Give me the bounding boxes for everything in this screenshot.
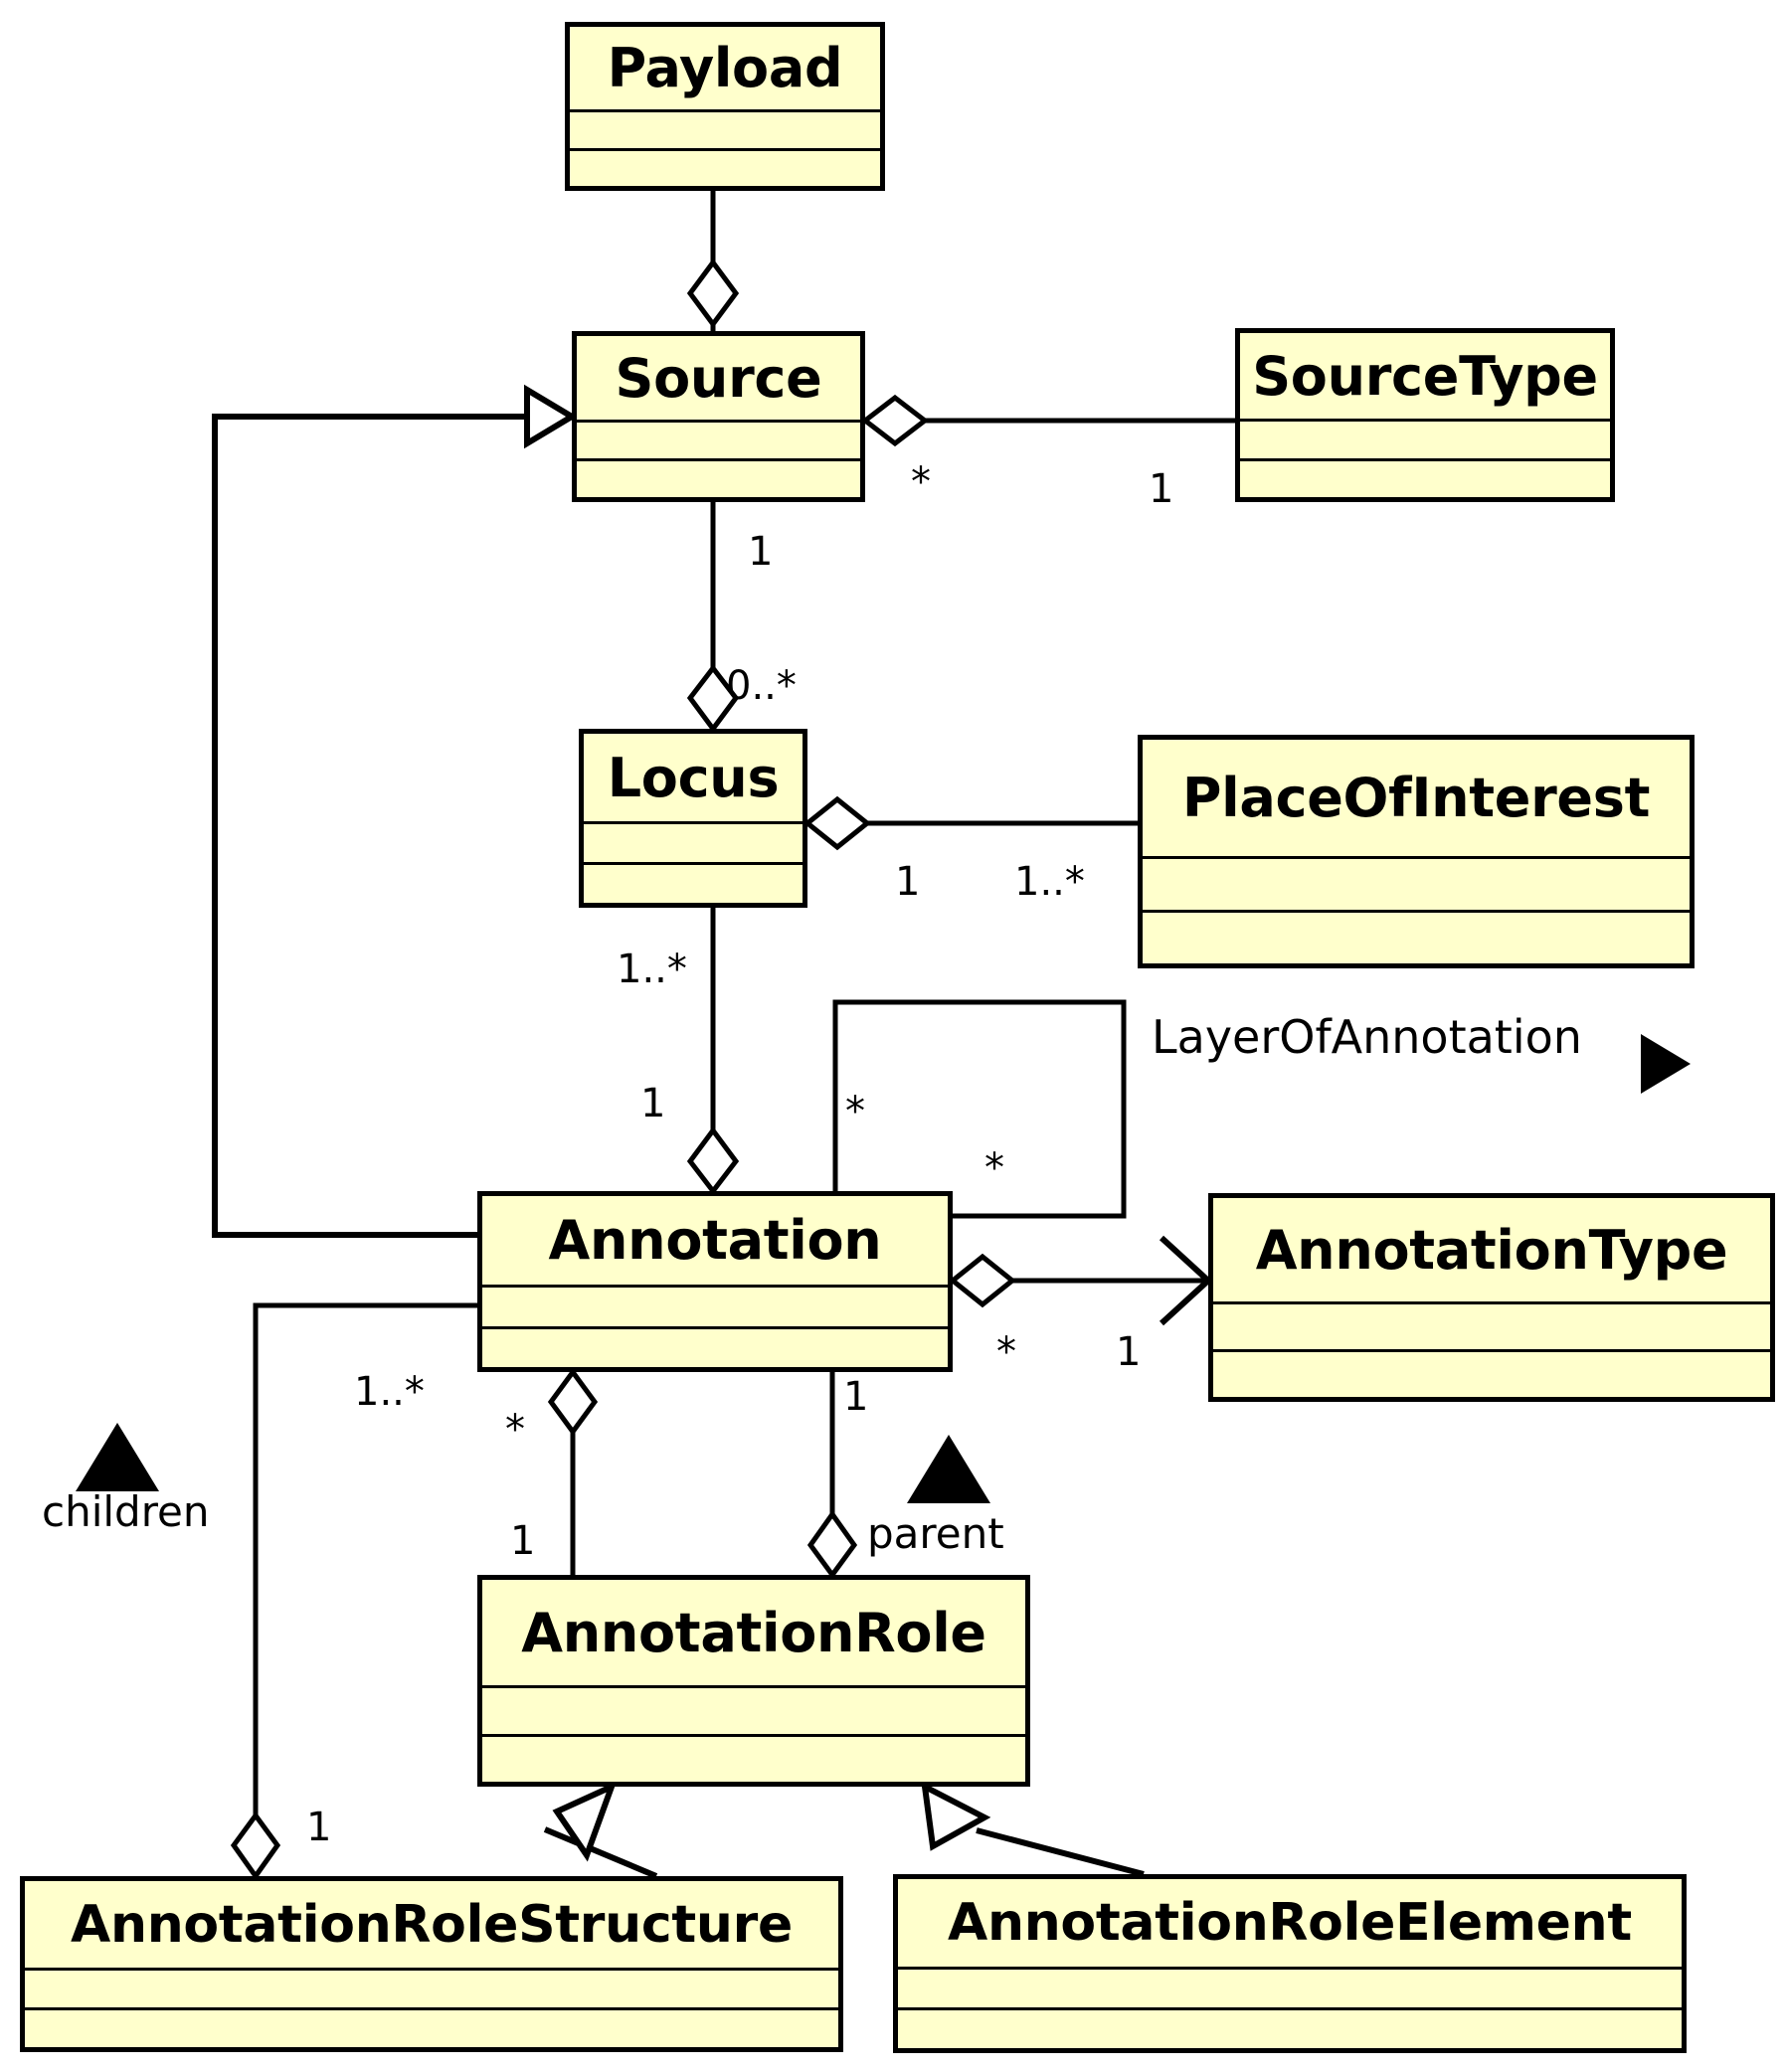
class-attributes-source: [577, 420, 860, 458]
layerofannotation-direction-triangle-icon: [1641, 1034, 1691, 1094]
uml-class-diagram: Payload Source SourceType Locus PlaceOfI…: [0, 0, 1786, 2072]
class-box-annotationroleelement[interactable]: AnnotationRoleElement: [893, 1874, 1687, 2053]
multiplicity-label: *: [505, 1407, 525, 1453]
class-box-annotationtype[interactable]: AnnotationType: [1208, 1193, 1775, 1402]
class-operations-annotation: [482, 1325, 948, 1368]
class-name-sourcetype: SourceType: [1252, 344, 1598, 408]
role-label-children: children: [42, 1487, 210, 1536]
class-operations-payload: [570, 147, 880, 187]
class-attributes-locus: [584, 821, 803, 862]
class-operations-source: [577, 458, 860, 497]
class-attributes-payload: [570, 109, 880, 148]
edge-payload-source: [686, 191, 740, 331]
edge-annotation-annotationtype: [948, 1235, 1213, 1326]
multiplicity-label: *: [996, 1329, 1016, 1375]
class-attributes-placeofinterest: [1143, 856, 1690, 910]
multiplicity-label: 1: [843, 1374, 869, 1420]
class-operations-annotationroleelement: [898, 2007, 1682, 2048]
class-name-annotationrole: AnnotationRole: [521, 1601, 986, 1664]
class-attributes-annotationrole: [482, 1685, 1025, 1734]
class-name-annotationroleelement: AnnotationRoleElement: [948, 1893, 1632, 1953]
class-attributes-sourcetype: [1240, 419, 1610, 458]
class-operations-sourcetype: [1240, 457, 1610, 498]
multiplicity-label: 1: [748, 529, 774, 575]
association-label-layerofannotation: LayerOfAnnotation: [1152, 1010, 1582, 1064]
class-box-sourcetype[interactable]: SourceType: [1235, 328, 1615, 502]
multiplicity-label: 1: [510, 1518, 536, 1564]
class-box-annotationrolestructure[interactable]: AnnotationRoleStructure: [20, 1876, 843, 2052]
multiplicity-label: 1: [1116, 1329, 1142, 1375]
class-box-annotation[interactable]: Annotation: [477, 1191, 953, 1372]
class-attributes-annotationtype: [1213, 1301, 1770, 1349]
class-box-placeofinterest[interactable]: PlaceOfInterest: [1138, 735, 1695, 968]
edge-locus-annotation: [686, 908, 740, 1196]
class-name-placeofinterest: PlaceOfInterest: [1181, 767, 1651, 829]
class-operations-placeofinterest: [1143, 910, 1690, 963]
class-operations-annotationtype: [1213, 1349, 1770, 1397]
edge-annotation-generalization-source: [212, 384, 578, 1238]
edge-structure-generalization-role: [543, 1781, 658, 1879]
edge-annotation-layerofannotation-loop: [832, 999, 1127, 1219]
multiplicity-label: 1..*: [617, 947, 687, 992]
class-box-annotationrole[interactable]: AnnotationRole: [477, 1575, 1030, 1787]
role-label-parent: parent: [867, 1509, 1004, 1558]
multiplicity-label: 1: [306, 1805, 332, 1850]
edge-element-generalization-role: [921, 1781, 1145, 1877]
class-attributes-annotation: [482, 1285, 948, 1326]
multiplicity-label: 1..*: [1014, 859, 1085, 905]
edge-annotation-annotationrole-composed: [547, 1367, 599, 1575]
multiplicity-label: 1..*: [354, 1369, 425, 1415]
class-name-payload: Payload: [607, 37, 843, 99]
multiplicity-label: 0..*: [726, 663, 797, 709]
class-name-annotationtype: AnnotationType: [1255, 1218, 1728, 1282]
multiplicity-label: 1: [1149, 466, 1174, 512]
multiplicity-label: 1: [640, 1081, 666, 1126]
class-name-annotation: Annotation: [548, 1209, 882, 1272]
parent-direction-triangle-icon: [907, 1435, 990, 1503]
class-name-locus: Locus: [607, 746, 780, 809]
class-box-locus[interactable]: Locus: [579, 729, 807, 908]
class-operations-annotationrole: [482, 1733, 1025, 1783]
class-attributes-annotationroleelement: [898, 1967, 1682, 2007]
multiplicity-label: *: [911, 459, 931, 505]
multiplicity-label: *: [845, 1089, 865, 1134]
edge-source-sourcetype: [860, 394, 1235, 447]
class-attributes-annotationrolestructure: [25, 1968, 838, 2007]
multiplicity-label: 1: [895, 859, 921, 905]
multiplicity-label: *: [984, 1145, 1004, 1191]
edge-locus-placeofinterest: [803, 795, 1138, 851]
class-box-payload[interactable]: Payload: [565, 22, 885, 191]
class-name-annotationrolestructure: AnnotationRoleStructure: [71, 1894, 793, 1955]
class-operations-annotationrolestructure: [25, 2007, 838, 2047]
class-box-source[interactable]: Source: [572, 331, 865, 502]
class-name-source: Source: [615, 346, 822, 410]
children-direction-triangle-icon: [76, 1423, 159, 1491]
class-operations-locus: [584, 862, 803, 903]
